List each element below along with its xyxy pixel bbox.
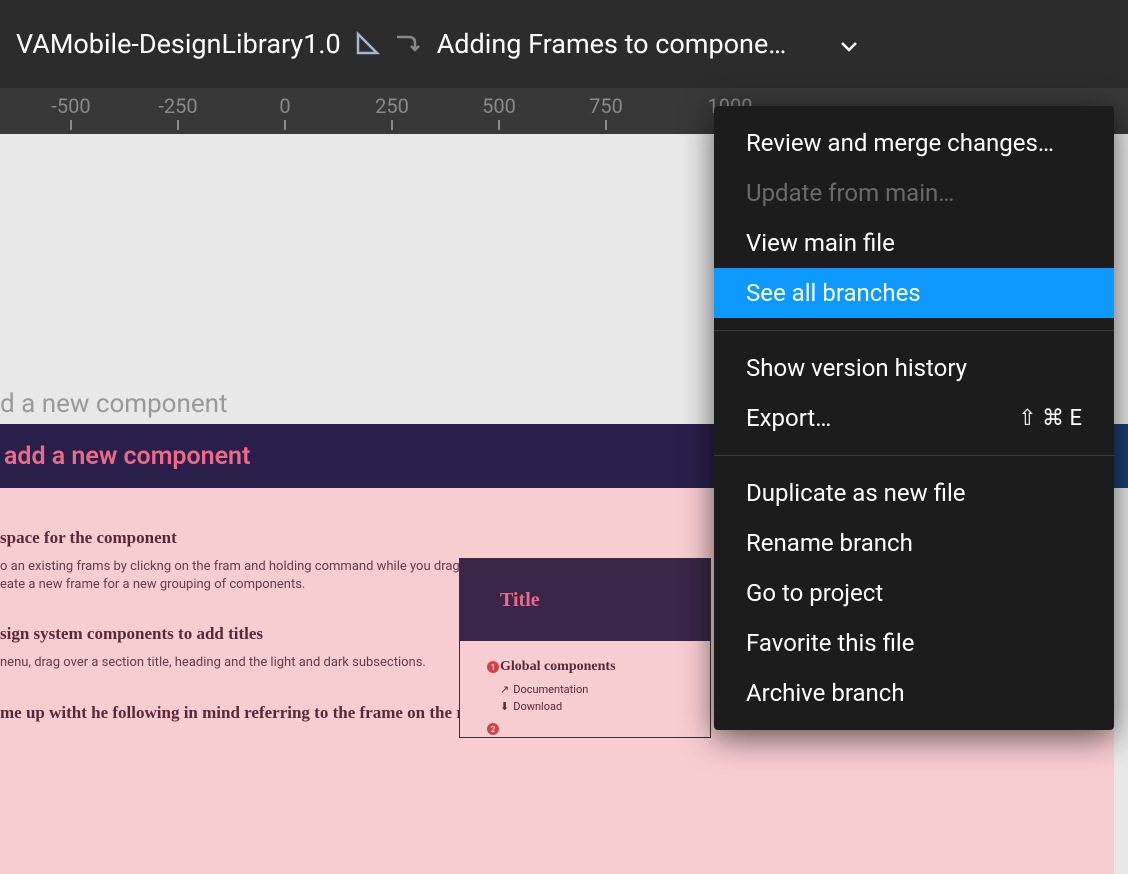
menu-item-go-to-project[interactable]: Go to project (714, 568, 1114, 618)
ruler-mark (605, 120, 607, 130)
chevron-down-icon[interactable] (840, 38, 858, 57)
ruler-mark (498, 120, 500, 130)
file-name[interactable]: VAMobile-DesignLibrary1.0 (16, 28, 341, 60)
menu-item-favorite[interactable]: Favorite this file (714, 618, 1114, 668)
nested-content: 1 Global components ↗ Documentation 2 ⬇ … (460, 641, 710, 737)
ruler-tick: -250 (158, 94, 197, 118)
menu-item-see-all-branches[interactable]: See all branches (714, 268, 1114, 318)
title-banner-text: add a new component (4, 442, 250, 471)
download-link[interactable]: ⬇ Download (500, 700, 670, 713)
selection-edge (1114, 424, 1128, 488)
ruler-mark (284, 120, 286, 130)
ruler-mark (70, 120, 72, 130)
nested-heading: Global components (500, 659, 670, 675)
nested-frame[interactable]: Title 1 Global components ↗ Documentatio… (459, 558, 711, 738)
menu-item-duplicate[interactable]: Duplicate as new file (714, 468, 1114, 518)
menu-item-version-history[interactable]: Show version history (714, 343, 1114, 393)
frame-label[interactable]: d a new component (0, 389, 228, 419)
nested-title-text: Title (500, 589, 540, 612)
canvas-edge (1114, 488, 1128, 874)
branch-name[interactable]: Adding Frames to compone… (437, 28, 787, 60)
download-icon: ⬇ (500, 700, 509, 713)
menu-item-rename-branch[interactable]: Rename branch (714, 518, 1114, 568)
ruler-tick: 500 (482, 94, 516, 118)
ruler-tick: 750 (589, 94, 623, 118)
ruler-mark (391, 120, 393, 130)
external-link-icon: ↗ (500, 683, 509, 696)
drafting-triangle-icon (355, 31, 381, 57)
menu-item-update-from-main[interactable]: Update from main… (714, 168, 1114, 218)
documentation-link[interactable]: ↗ Documentation (500, 683, 670, 696)
branch-context-menu: Review and merge changes… Update from ma… (714, 106, 1114, 730)
toolbar: VAMobile-DesignLibrary1.0 Adding Frames … (0, 0, 1128, 88)
menu-item-view-main-file[interactable]: View main file (714, 218, 1114, 268)
ruler-tick: 0 (279, 94, 290, 118)
menu-divider (714, 330, 1114, 331)
number-badge: 1 (487, 661, 499, 673)
ruler-tick: 250 (375, 94, 409, 118)
menu-item-export[interactable]: Export… ⇧ ⌘ E (714, 393, 1114, 443)
ruler-tick: -500 (51, 94, 90, 118)
nested-title-bar: Title (460, 559, 710, 641)
menu-item-review-merge[interactable]: Review and merge changes… (714, 118, 1114, 168)
menu-divider (714, 455, 1114, 456)
number-badge: 2 (487, 723, 499, 735)
branch-icon (395, 30, 423, 58)
ruler-mark (177, 120, 179, 130)
menu-item-archive-branch[interactable]: Archive branch (714, 668, 1114, 718)
keyboard-shortcut: ⇧ ⌘ E (1018, 406, 1082, 431)
